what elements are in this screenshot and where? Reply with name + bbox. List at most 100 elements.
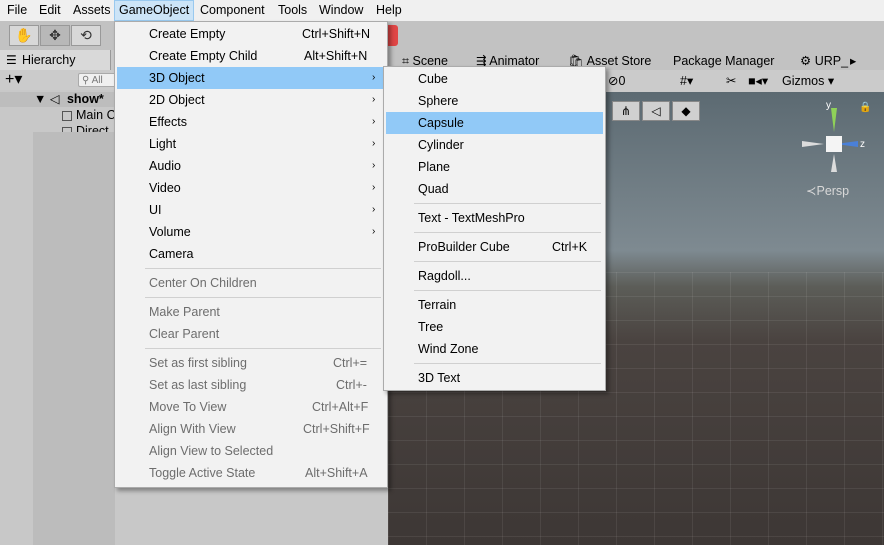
menu-item-label: Set as last sibling [149,378,247,392]
menu-item-label: Align View to Selected [149,444,274,458]
menu-item-shortcut: Ctrl+= [333,356,368,370]
tab-overflow-arrow-icon[interactable]: ▸ [850,50,856,70]
menu-item-create-empty[interactable]: Create Empty Ctrl+Shift+N [117,23,385,45]
tools-icon[interactable]: ✂ [726,70,736,92]
menu-item-align-with-view: Align With View Ctrl+Shift+F [117,418,385,440]
menu-item-textmeshpro[interactable]: Text - TextMeshPro [386,207,603,229]
menu-item-camera[interactable]: Camera [117,243,385,265]
unity-scene-icon: ◁ [49,92,60,106]
eye-slash-icon: ⊘ [608,74,619,88]
menu-item-plane[interactable]: Plane [386,156,603,178]
menu-item-shortcut: Alt+Shift+N [304,49,368,63]
menu-item-probuilder-cube[interactable]: ProBuilder Cube Ctrl+K [386,236,603,258]
move-tool-button[interactable]: ✥ [40,25,70,46]
menu-item-label: 3D Text [418,371,461,385]
tab-label: URP_ [814,54,849,68]
scene-visibility-toggle[interactable]: ⊘0 [608,70,625,92]
menu-item-quad[interactable]: Quad [386,178,603,200]
menu-help[interactable]: Help [372,0,406,21]
menu-assets[interactable]: Assets [69,0,115,21]
menu-component[interactable]: Component [196,0,269,21]
rotate-tool-button[interactable]: ⟲ [71,25,101,46]
expand-arrow-icon[interactable]: ▼ [34,92,46,106]
menu-item-audio[interactable]: Audio › [117,155,385,177]
menu-item-shortcut: Ctrl+Shift+F [303,422,370,436]
menu-item-label: Set as first sibling [149,356,247,370]
y-axis-label: y [826,100,831,111]
neg-y-axis-cone [831,154,837,172]
menu-item-sphere[interactable]: Sphere [386,90,603,112]
menu-item-cube[interactable]: Cube [386,68,603,90]
menu-item-create-empty-child[interactable]: Create Empty Child Alt+Shift+N [117,45,385,67]
menu-item-shortcut: Alt+Shift+A [305,466,368,480]
chevron-right-icon: › [372,226,376,237]
projection-toggle[interactable]: ≺Persp [806,183,849,198]
tab-urp[interactable]: ⚙ URP_ [800,50,848,70]
menu-item-label: Center On Children [149,276,257,290]
menu-item-cylinder[interactable]: Cylinder [386,134,603,156]
edge-select-icon[interactable]: ◁ [642,101,670,121]
menu-item-move-to-view: Move To View Ctrl+Alt+F [117,396,385,418]
face-select-icon[interactable]: ◆ [672,101,700,121]
menu-item-2d-object[interactable]: 2D Object › [117,89,385,111]
hidden-count: 0 [618,74,626,88]
menu-separator [145,348,381,349]
menu-item-effects[interactable]: Effects › [117,111,385,133]
3d-object-submenu: Cube Sphere Capsule Cylinder Plane Quad … [383,66,606,391]
menu-item-volume[interactable]: Volume › [117,221,385,243]
menu-item-terrain[interactable]: Terrain [386,294,603,316]
gizmos-dropdown[interactable]: Gizmos ▾ [782,70,834,92]
menu-item-ui[interactable]: UI › [117,199,385,221]
menu-file[interactable]: File [3,0,31,21]
hand-icon: ✋ [15,27,33,43]
hierarchy-search-input[interactable]: ⚲ All [78,73,118,87]
gameobject-menu: Create Empty Ctrl+Shift+N Create Empty Ch… [114,21,388,488]
orientation-gizmo[interactable]: y z [798,100,870,176]
menu-item-light[interactable]: Light › [117,133,385,155]
chevron-right-icon: › [372,160,376,171]
menu-separator [145,297,381,298]
menu-separator [414,290,601,291]
menu-tools[interactable]: Tools [274,0,311,21]
menu-item-capsule[interactable]: Capsule [386,112,603,134]
menu-item-3d-object[interactable]: 3D Object › [117,67,385,89]
menu-window[interactable]: Window [315,0,367,21]
menu-item-tree[interactable]: Tree [386,316,603,338]
menu-item-wind-zone[interactable]: Wind Zone [386,338,603,360]
menu-item-shortcut: Ctrl+- [336,378,367,392]
add-icon[interactable]: +▾ [5,70,22,90]
menu-gameobject[interactable]: GameObject [114,0,195,21]
menu-item-3d-text[interactable]: 3D Text [386,367,603,389]
tab-package-manager[interactable]: Package Manager [673,50,774,70]
menu-item-label: Make Parent [149,305,220,319]
menu-item-video[interactable]: Video › [117,177,385,199]
tab-hierarchy[interactable]: ☰ Hierarchy [0,50,111,70]
menu-item-label: Sphere [418,94,459,108]
menu-separator [145,268,381,269]
menu-item-label: Text - TextMeshPro [418,211,525,225]
menu-item-ragdoll[interactable]: Ragdoll... [386,265,603,287]
camera-icon[interactable]: ■◂▾ [748,70,768,92]
chevron-right-icon: › [372,182,376,193]
menu-item-clear-parent: Clear Parent [117,323,385,345]
menu-item-label: Cube [418,72,448,86]
neg-x-axis-cone [802,141,824,147]
list-icon: ☰ [6,53,17,67]
scene-row[interactable]: ▼ ◁ show* [34,91,104,107]
menu-item-label: Ragdoll... [418,269,471,283]
gizmo-center [826,136,842,152]
menu-item-label: 2D Object [149,93,205,107]
menu-item-shortcut: Ctrl+Shift+N [302,27,371,41]
menu-edit[interactable]: Edit [35,0,65,21]
menu-bar: File Edit Assets GameObject Component To… [0,0,884,22]
menu-item-align-view-to-selected: Align View to Selected [117,440,385,462]
hierarchy-item[interactable]: Main C [62,107,116,123]
menu-separator [414,232,601,233]
vertex-select-icon[interactable]: ⋔ [612,101,640,121]
menu-item-label: UI [149,203,162,217]
chevron-right-icon: › [372,116,376,127]
grid-icon[interactable]: #▾ [680,70,693,92]
hierarchy-item-label: Main C [76,108,116,122]
menu-item-set-last-sibling: Set as last sibling Ctrl+- [117,374,385,396]
hand-tool-button[interactable]: ✋ [9,25,39,46]
